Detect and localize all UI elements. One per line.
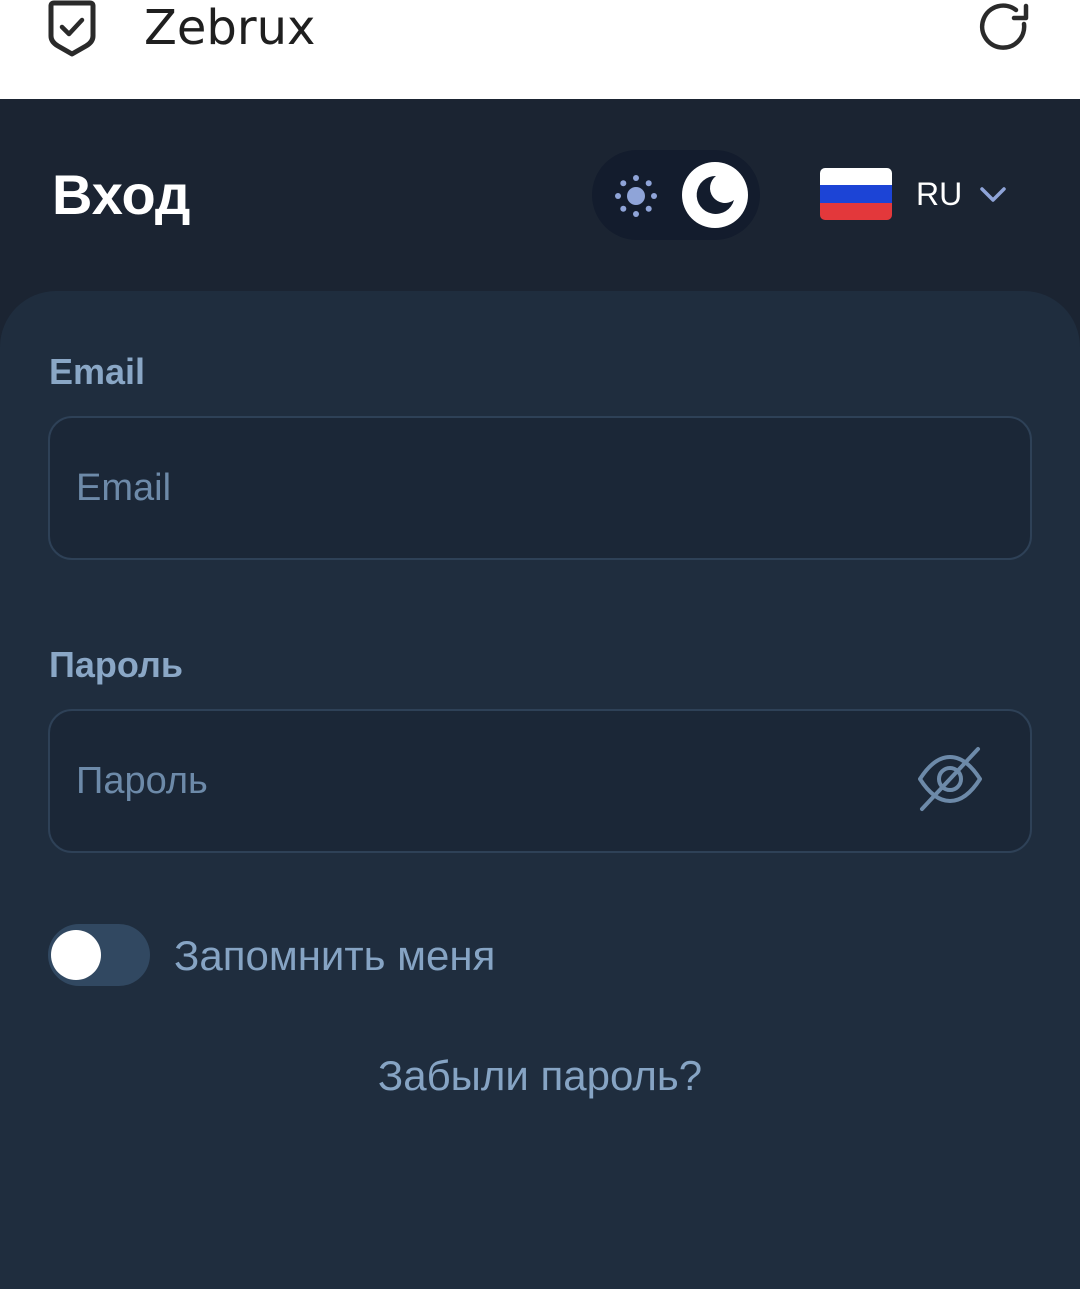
page-title: Вход <box>52 163 191 226</box>
app-bar: Zebrux <box>0 0 1080 99</box>
theme-toggle-knob[interactable] <box>682 162 748 228</box>
remember-me-toggle-knob <box>51 930 101 980</box>
chevron-down-icon[interactable] <box>978 180 1008 210</box>
shield-check-icon <box>48 0 96 57</box>
email-placeholder: Email <box>76 467 172 509</box>
ru-flag-icon[interactable] <box>820 168 892 220</box>
eye-off-icon[interactable] <box>914 743 986 815</box>
email-label: Email <box>49 351 146 392</box>
password-placeholder: Пароль <box>76 760 208 802</box>
email-field[interactable]: Email <box>48 416 1032 560</box>
remember-me-label[interactable]: Запомнить меня <box>174 932 495 980</box>
reload-icon[interactable] <box>976 0 1034 56</box>
remember-me-toggle[interactable] <box>48 924 150 986</box>
moon-icon <box>696 175 734 214</box>
app-title: Zebrux <box>144 0 316 56</box>
sun-icon[interactable] <box>612 172 660 220</box>
password-field[interactable]: Пароль <box>48 709 1032 853</box>
forgot-password-link[interactable]: Забыли пароль? <box>0 1052 1080 1100</box>
language-selector-label[interactable]: RU <box>916 175 962 213</box>
password-label: Пароль <box>49 644 183 685</box>
